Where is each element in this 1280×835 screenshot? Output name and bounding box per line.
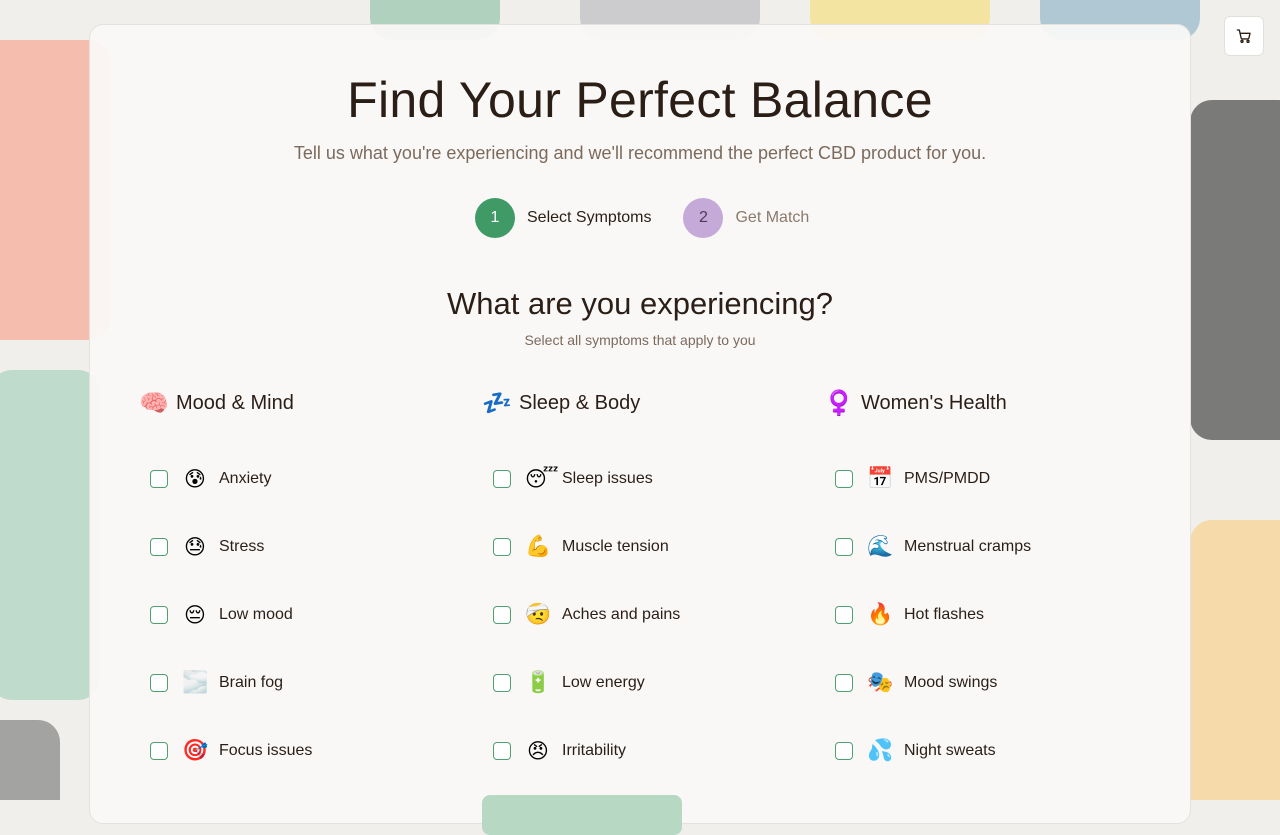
symptom-label: Menstrual cramps <box>904 538 1031 556</box>
category-header: ♀️ Women's Health <box>824 387 1144 419</box>
symptom-checkbox[interactable] <box>493 470 511 488</box>
zzz-icon: 💤 <box>482 389 512 418</box>
symptom-option-anxiety[interactable]: 😰 Anxiety <box>139 445 459 513</box>
target-icon: 🎯 <box>182 739 208 763</box>
theater-masks-icon: 🎭 <box>867 671 893 695</box>
product-image-mellow-pack <box>1190 520 1280 800</box>
brain-icon: 🧠 <box>139 389 169 418</box>
question-subheading: Select all symptoms that apply to you <box>90 331 1190 349</box>
category-womens-health: ♀️ Women's Health 📅 PMS/PMDD 🌊 Menstrual… <box>824 387 1144 785</box>
step-number-2: 2 <box>683 198 723 238</box>
category-title: Mood & Mind <box>176 392 294 415</box>
symptom-label: Muscle tension <box>562 538 669 556</box>
sweat-droplets-icon: 💦 <box>867 739 893 763</box>
product-image-dark-pack <box>0 720 60 800</box>
cart-button[interactable] <box>1224 16 1264 56</box>
pensive-face-icon: 😔 <box>182 603 208 628</box>
symptom-label: Brain fog <box>219 674 283 692</box>
symptom-checkbox[interactable] <box>150 470 168 488</box>
category-title: Women's Health <box>861 392 1007 415</box>
symptom-option-brain-fog[interactable]: 🌫️ Brain fog <box>139 649 459 717</box>
category-header: 💤 Sleep & Body <box>482 387 802 419</box>
battery-icon: 🔋 <box>525 671 551 695</box>
step-indicator: 1 Select Symptoms 2 Get Match <box>475 198 809 238</box>
symptom-checkbox[interactable] <box>835 674 853 692</box>
symptom-checkbox[interactable] <box>150 538 168 556</box>
symptom-checkbox[interactable] <box>150 606 168 624</box>
symptom-option-hot-flashes[interactable]: 🔥 Hot flashes <box>824 581 1144 649</box>
symptom-label: Mood swings <box>904 674 997 692</box>
symptom-checkbox[interactable] <box>150 742 168 760</box>
symptom-label: PMS/PMDD <box>904 470 990 488</box>
fog-icon: 🌫️ <box>182 671 208 695</box>
step-select-symptoms: 1 Select Symptoms <box>475 198 651 238</box>
step-label-get-match: Get Match <box>735 209 809 227</box>
step-label-select-symptoms: Select Symptoms <box>527 209 651 227</box>
symptom-label: Low mood <box>219 606 293 624</box>
page-subtitle: Tell us what you're experiencing and we'… <box>90 141 1190 165</box>
shopping-cart-icon <box>1236 28 1252 44</box>
symptom-label: Anxiety <box>219 470 271 488</box>
symptom-option-stress[interactable]: 😓 Stress <box>139 513 459 581</box>
product-image-yummy-gummies <box>1190 100 1280 440</box>
category-title: Sleep & Body <box>519 392 640 415</box>
wave-icon: 🌊 <box>867 535 893 559</box>
symptom-checkbox[interactable] <box>150 674 168 692</box>
symptom-label: Stress <box>219 538 264 556</box>
angry-face-icon: 😠 <box>525 739 551 764</box>
bandaged-head-icon: 🤕 <box>525 603 551 627</box>
symptom-option-sleep-issues[interactable]: 😴 Sleep issues <box>482 445 802 513</box>
sleeping-face-icon: 😴 <box>525 467 551 492</box>
continue-button[interactable] <box>482 795 682 835</box>
symptom-option-aches-and-pains[interactable]: 🤕 Aches and pains <box>482 581 802 649</box>
symptom-checkbox[interactable] <box>493 674 511 692</box>
symptom-checkbox[interactable] <box>493 742 511 760</box>
step-get-match: 2 Get Match <box>683 198 809 238</box>
fire-icon: 🔥 <box>867 603 893 627</box>
category-header: 🧠 Mood & Mind <box>139 387 459 419</box>
step-number-1: 1 <box>475 198 515 238</box>
symptom-label: Aches and pains <box>562 606 680 624</box>
symptom-label: Sleep issues <box>562 470 653 488</box>
symptom-label: Low energy <box>562 674 645 692</box>
flexed-biceps-icon: 💪 <box>525 535 551 559</box>
page-title: Find Your Perfect Balance <box>90 71 1190 129</box>
symptom-option-muscle-tension[interactable]: 💪 Muscle tension <box>482 513 802 581</box>
symptom-checkbox[interactable] <box>835 470 853 488</box>
category-mood-mind: 🧠 Mood & Mind 😰 Anxiety 😓 Stress 😔 Low m… <box>139 387 459 785</box>
product-image-zero-gummies <box>0 370 100 700</box>
symptom-option-menstrual-cramps[interactable]: 🌊 Menstrual cramps <box>824 513 1144 581</box>
symptom-checkbox[interactable] <box>835 742 853 760</box>
symptom-label: Irritability <box>562 742 626 760</box>
category-sleep-body: 💤 Sleep & Body 😴 Sleep issues 💪 Muscle t… <box>482 387 802 785</box>
symptom-checkbox[interactable] <box>835 606 853 624</box>
calendar-icon: 📅 <box>867 467 893 491</box>
symptom-checkbox[interactable] <box>493 538 511 556</box>
quiz-card: Find Your Perfect Balance Tell us what y… <box>89 24 1191 824</box>
symptom-option-low-mood[interactable]: 😔 Low mood <box>139 581 459 649</box>
symptom-option-low-energy[interactable]: 🔋 Low energy <box>482 649 802 717</box>
symptom-option-focus-issues[interactable]: 🎯 Focus issues <box>139 717 459 785</box>
anxious-face-icon: 😰 <box>182 467 208 492</box>
symptom-option-irritability[interactable]: 😠 Irritability <box>482 717 802 785</box>
symptom-option-pms-pmdd[interactable]: 📅 PMS/PMDD <box>824 445 1144 513</box>
symptom-label: Night sweats <box>904 742 996 760</box>
symptom-checkbox[interactable] <box>835 538 853 556</box>
symptom-checkbox[interactable] <box>493 606 511 624</box>
symptom-label: Hot flashes <box>904 606 984 624</box>
sweat-face-icon: 😓 <box>182 535 208 560</box>
symptom-option-mood-swings[interactable]: 🎭 Mood swings <box>824 649 1144 717</box>
female-sign-icon: ♀️ <box>824 389 854 418</box>
symptom-option-night-sweats[interactable]: 💦 Night sweats <box>824 717 1144 785</box>
symptom-label: Focus issues <box>219 742 312 760</box>
question-heading: What are you experiencing? <box>90 285 1190 323</box>
